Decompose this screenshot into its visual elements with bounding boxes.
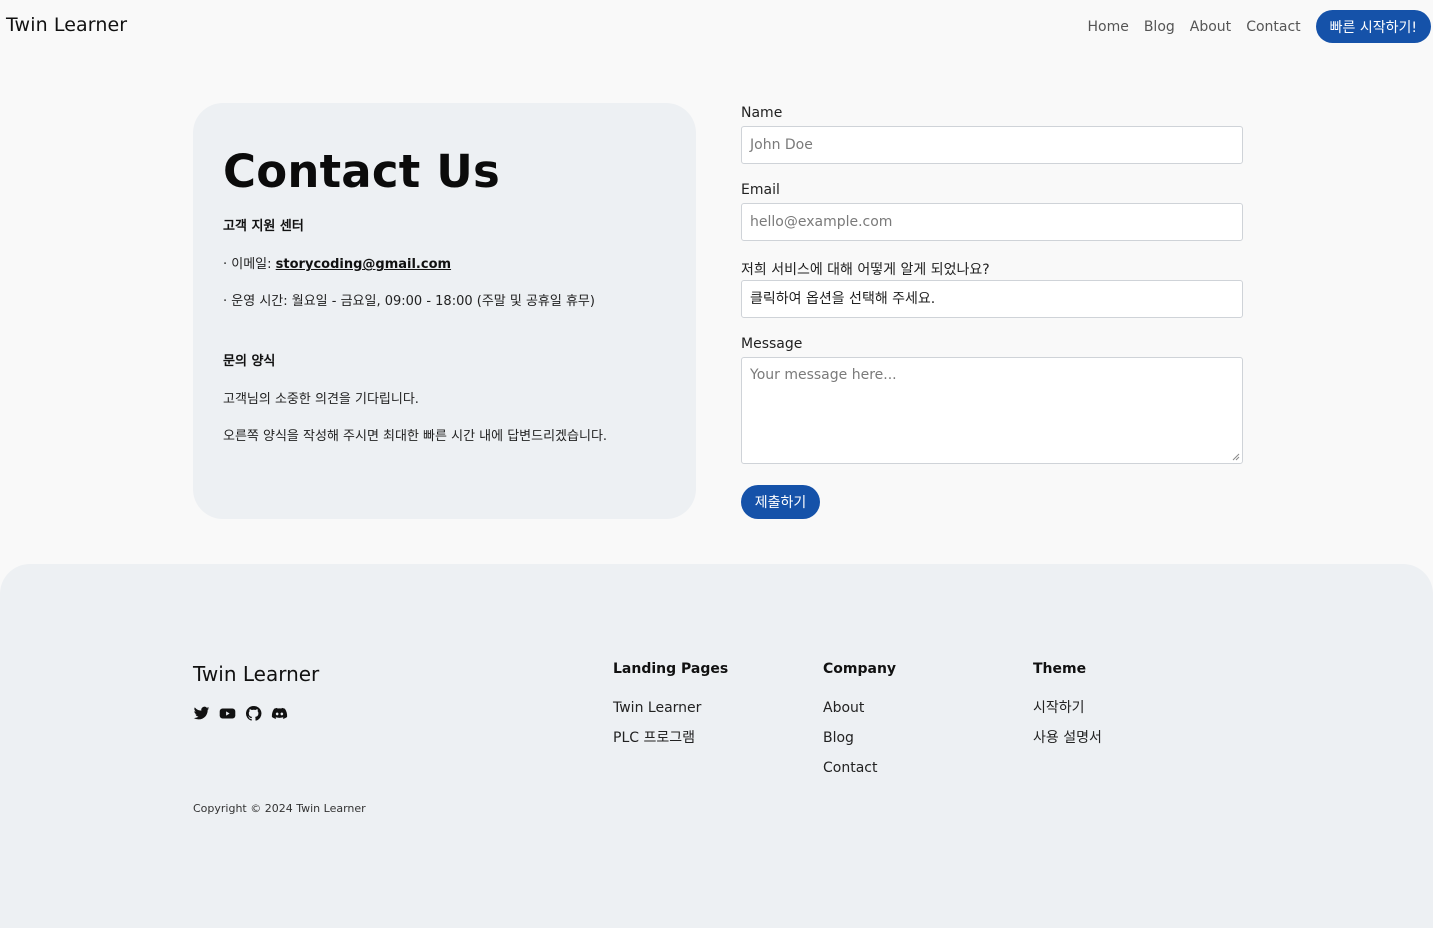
github-icon[interactable] [245, 705, 262, 722]
info-text-2: 오른쪽 양식을 작성해 주시면 최대한 빠른 시간 내에 답변드리겠습니다. [223, 429, 608, 444]
source-label: 저희 서비스에 대해 어떻게 알게 되었나요? [741, 262, 990, 278]
footer-col-landing: Landing Pages Twin Learner PLC 프로그램 [613, 661, 728, 753]
submit-button[interactable]: 제출하기 [741, 485, 820, 519]
footer-link-manual[interactable]: 사용 설명서 [1033, 723, 1102, 753]
name-label: Name [741, 105, 783, 121]
site-footer: Twin Learner Landing Pages Twin Learner … [0, 564, 1433, 928]
footer-link-plc[interactable]: PLC 프로그램 [613, 723, 728, 753]
message-placeholder: Your message here... [750, 367, 897, 383]
main-nav: Home Blog About Contact 빠른 시작하기! [1087, 10, 1431, 43]
email-label: Email [741, 182, 780, 198]
support-email-link[interactable]: storycoding@gmail.com [276, 257, 451, 272]
brand-logo[interactable]: Twin Learner [6, 14, 127, 36]
youtube-icon[interactable] [219, 705, 236, 722]
site-header: Twin Learner Home Blog About Contact 빠른 … [0, 0, 1433, 54]
footer-col-title: Company [823, 661, 897, 677]
discord-icon[interactable] [271, 705, 288, 722]
contact-info-card: Contact Us 고객 지원 센터 · 이메일: storycoding@g… [193, 103, 696, 519]
message-label: Message [741, 336, 803, 352]
page-title: Contact Us [223, 145, 501, 198]
footer-link-blog[interactable]: Blog [823, 723, 896, 753]
nav-home[interactable]: Home [1087, 19, 1128, 35]
social-links [193, 705, 288, 722]
footer-col-title: Theme [1033, 661, 1087, 677]
nav-blog[interactable]: Blog [1144, 19, 1175, 35]
footer-col-title: Landing Pages [613, 661, 729, 677]
footer-brand: Twin Learner [193, 662, 320, 686]
footer-link-start[interactable]: 시작하기 [1033, 693, 1102, 723]
copyright: Copyright © 2024 Twin Learner [193, 802, 366, 815]
support-email-line: · 이메일: storycoding@gmail.com [223, 253, 451, 272]
message-textarea[interactable]: Your message here... [741, 357, 1243, 464]
support-heading: 고객 지원 센터 [223, 219, 304, 234]
name-input[interactable]: John Doe [741, 126, 1243, 164]
footer-link-contact[interactable]: Contact [823, 753, 896, 783]
info-text-1: 고객님의 소중한 의견을 기다립니다. [223, 392, 419, 407]
twitter-icon[interactable] [193, 705, 210, 722]
email-input[interactable]: hello@example.com [741, 203, 1243, 241]
form-heading: 문의 양식 [223, 354, 276, 369]
email-prefix: · 이메일: [223, 257, 276, 272]
resize-grip-icon[interactable] [1232, 453, 1240, 461]
footer-col-theme: Theme 시작하기 사용 설명서 [1033, 661, 1102, 753]
support-hours: · 운영 시간: 월요일 - 금요일, 09:00 - 18:00 (주말 및 … [223, 294, 595, 309]
source-select[interactable]: 클릭하여 옵션을 선택해 주세요. [741, 280, 1243, 318]
footer-link-twin-learner[interactable]: Twin Learner [613, 693, 728, 723]
quick-start-button[interactable]: 빠른 시작하기! [1315, 10, 1431, 43]
footer-link-about[interactable]: About [823, 693, 896, 723]
nav-contact[interactable]: Contact [1246, 19, 1300, 35]
footer-col-company: Company About Blog Contact [823, 661, 896, 783]
nav-about[interactable]: About [1190, 19, 1231, 35]
